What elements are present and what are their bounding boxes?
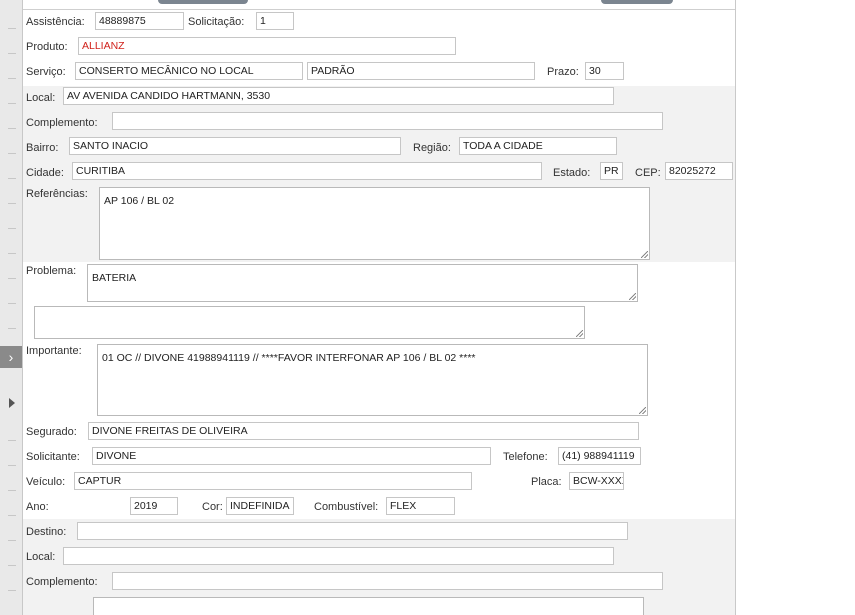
top-divider bbox=[23, 9, 735, 10]
servico-label: Serviço: bbox=[26, 66, 66, 78]
importante-text: 01 OC // DIVONE 41988941119 // ****FAVOR… bbox=[102, 352, 476, 364]
importante-label: Importante: bbox=[26, 345, 82, 357]
prazo-field[interactable]: 30 bbox=[585, 62, 624, 80]
local-field[interactable]: AV AVENIDA CANDIDO HARTMANN, 3530 bbox=[63, 87, 614, 105]
estado-field[interactable]: PR bbox=[600, 162, 623, 180]
veiculo-field[interactable]: CAPTUR bbox=[74, 472, 472, 490]
resize-grip-icon[interactable] bbox=[576, 330, 583, 337]
cor-label: Cor: bbox=[202, 501, 223, 513]
top-button-right[interactable] bbox=[601, 0, 673, 4]
solicitacao-field[interactable]: 1 bbox=[256, 12, 294, 30]
produto-label: Produto: bbox=[26, 41, 68, 53]
produto-field[interactable]: ALLIANZ bbox=[78, 37, 456, 55]
segurado-field[interactable]: DIVONE FREITAS DE OLIVEIRA bbox=[88, 422, 639, 440]
triangle-right-icon[interactable] bbox=[9, 398, 15, 408]
destino-field[interactable] bbox=[77, 522, 628, 540]
importante-textarea[interactable]: 01 OC // DIVONE 41988941119 // ****FAVOR… bbox=[97, 344, 648, 416]
referencias-text: AP 106 / BL 02 bbox=[104, 195, 175, 207]
combustivel-field[interactable]: FLEX bbox=[386, 497, 455, 515]
segurado-label: Segurado: bbox=[26, 426, 77, 438]
telefone-label: Telefone: bbox=[503, 451, 548, 463]
complemento-label: Complemento: bbox=[26, 117, 98, 129]
solicitacao-label: Solicitação: bbox=[188, 16, 245, 28]
regiao-field[interactable]: TODA A CIDADE bbox=[459, 137, 617, 155]
resize-grip-icon[interactable] bbox=[639, 407, 646, 414]
ano-field[interactable]: 2019 bbox=[130, 497, 178, 515]
cor-field[interactable]: INDEFINIDA bbox=[226, 497, 294, 515]
referencias-textarea[interactable]: AP 106 / BL 02 bbox=[99, 187, 650, 260]
top-button-left[interactable] bbox=[158, 0, 248, 4]
destino-local-field[interactable] bbox=[63, 547, 614, 565]
prazo-label: Prazo: bbox=[547, 66, 579, 78]
complemento-field[interactable] bbox=[112, 112, 663, 130]
servico-field[interactable]: CONSERTO MECÂNICO NO LOCAL bbox=[75, 62, 303, 80]
assistencia-field[interactable]: 48889875 bbox=[95, 12, 184, 30]
bairro-field[interactable]: SANTO INACIO bbox=[69, 137, 401, 155]
destino-label: Destino: bbox=[26, 526, 67, 538]
cidade-label: Cidade: bbox=[26, 167, 64, 179]
telefone-field[interactable]: (41) 988941119 bbox=[558, 447, 641, 465]
placa-field[interactable]: BCW-XXXX bbox=[569, 472, 624, 490]
destino-complemento-field[interactable] bbox=[112, 572, 663, 590]
destino-local-label: Local: bbox=[26, 551, 56, 563]
resize-grip-icon[interactable] bbox=[641, 251, 648, 258]
bairro-label: Bairro: bbox=[26, 142, 59, 154]
placa-label: Placa: bbox=[531, 476, 562, 488]
problema-extra-textarea[interactable] bbox=[34, 306, 585, 339]
assistencia-label: Assistência: bbox=[26, 16, 85, 28]
problema-textarea[interactable]: BATERIA bbox=[87, 264, 638, 302]
combustivel-label: Combustível: bbox=[314, 501, 379, 513]
destino-referencias-textarea[interactable] bbox=[93, 597, 644, 615]
local-label: Local: bbox=[26, 92, 56, 104]
left-sidebar bbox=[0, 0, 23, 615]
referencias-label: Referências: bbox=[26, 188, 88, 200]
cep-label: CEP: bbox=[635, 167, 661, 179]
servico-tipo-field[interactable]: PADRÃO bbox=[307, 62, 535, 80]
problema-text: BATERIA bbox=[92, 272, 137, 284]
resize-grip-icon[interactable] bbox=[629, 293, 636, 300]
destino-complemento-label: Complemento: bbox=[26, 576, 98, 588]
solicitante-field[interactable]: DIVONE bbox=[92, 447, 491, 465]
problema-label: Problema: bbox=[26, 265, 77, 277]
sidebar-expand-button[interactable]: › bbox=[0, 346, 22, 368]
cidade-field[interactable]: CURITIBA bbox=[72, 162, 542, 180]
cep-field[interactable]: 82025272 bbox=[665, 162, 733, 180]
solicitante-label: Solicitante: bbox=[26, 451, 80, 463]
estado-label: Estado: bbox=[553, 167, 591, 179]
veiculo-label: Veículo: bbox=[26, 476, 66, 488]
regiao-label: Região: bbox=[413, 142, 451, 154]
chevron-right-icon: › bbox=[8, 349, 14, 365]
ano-label: Ano: bbox=[26, 501, 49, 513]
